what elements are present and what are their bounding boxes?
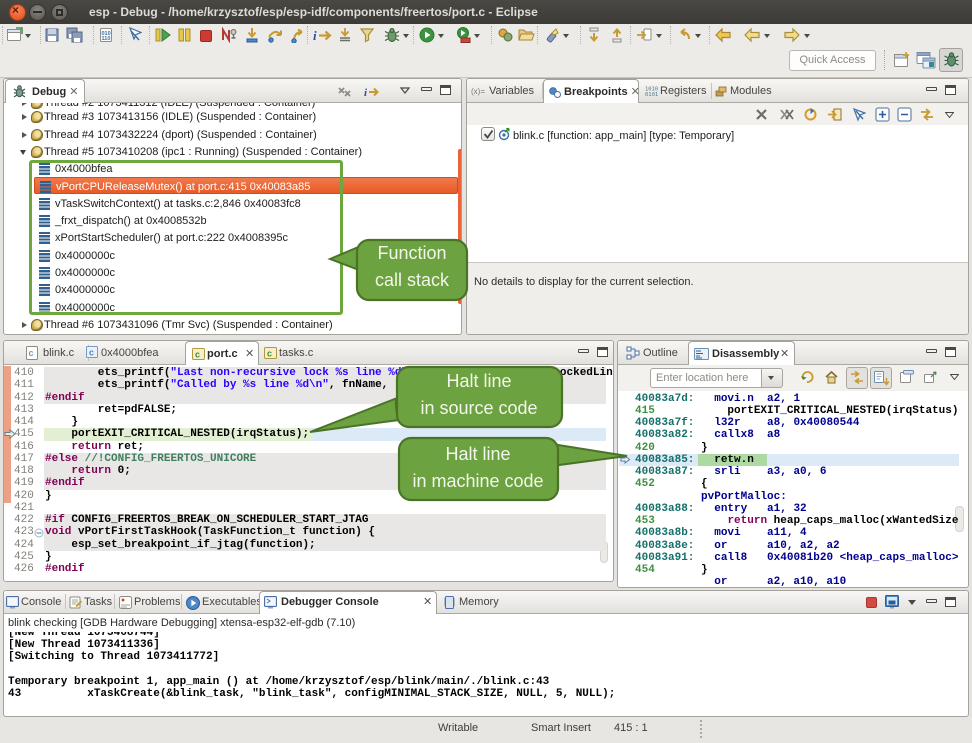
svg-text:0101: 0101	[645, 92, 658, 97]
svg-text:c: c	[267, 349, 272, 359]
svg-text:c: c	[195, 350, 200, 360]
svg-text:110: 110	[102, 36, 111, 42]
svg-text:c: c	[89, 348, 94, 358]
svg-text:c: c	[29, 348, 34, 358]
svg-text:i: i	[364, 87, 368, 99]
svg-text:(x)=: (x)=	[471, 87, 485, 96]
svg-text:i: i	[313, 28, 317, 43]
